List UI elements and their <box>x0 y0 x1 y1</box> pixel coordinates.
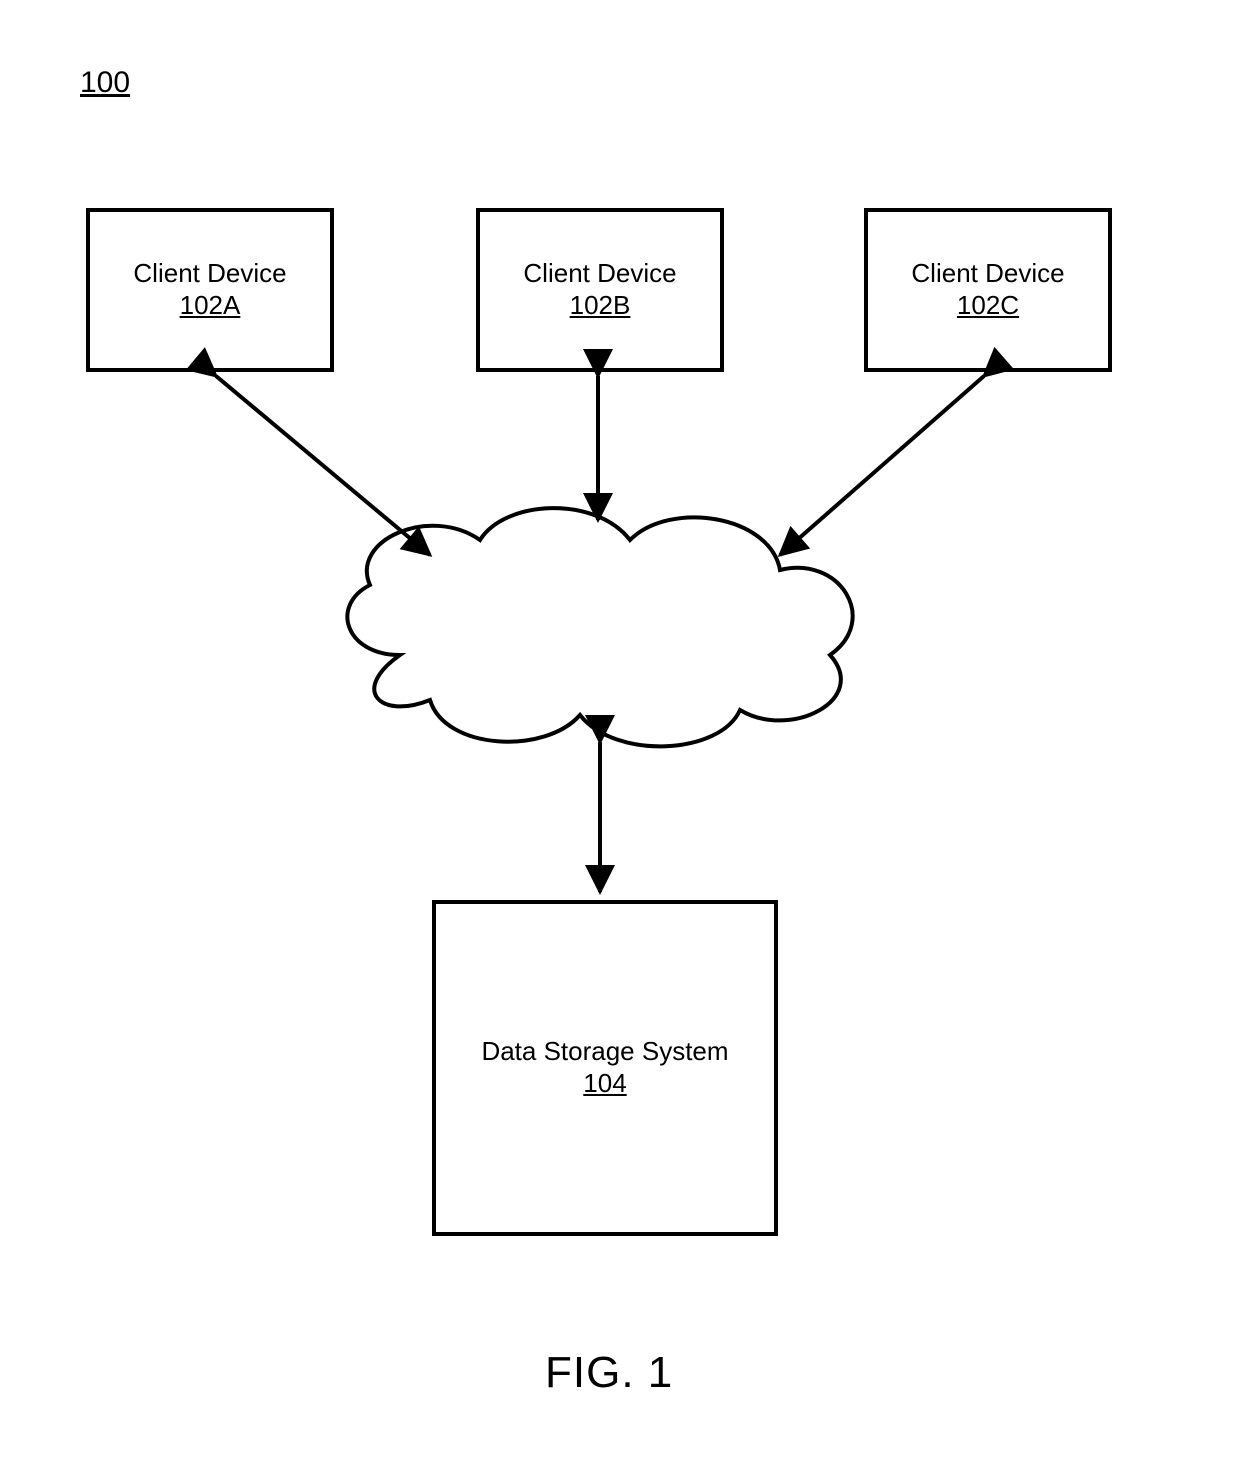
client-device-c: Client Device 102C <box>864 208 1112 372</box>
client-device-a-label: Client Device <box>133 259 286 289</box>
network-label: Network <box>500 605 700 636</box>
figure-caption: FIG. 1 <box>545 1348 673 1398</box>
figure-reference-number: 100 <box>80 66 130 100</box>
data-storage-system-ref: 104 <box>583 1068 626 1099</box>
client-device-c-label: Client Device <box>911 259 1064 289</box>
network-cloud: Network 106 <box>500 605 700 669</box>
client-device-a-ref: 102A <box>180 290 241 321</box>
client-device-b-ref: 102B <box>570 290 631 321</box>
client-device-a: Client Device 102A <box>86 208 334 372</box>
client-device-b: Client Device 102B <box>476 208 724 372</box>
data-storage-system: Data Storage System 104 <box>432 900 778 1236</box>
diagram-canvas: 100 Client Device 102A Client Device 102… <box>0 0 1240 1460</box>
connector-clientC-network <box>780 376 984 555</box>
client-device-b-label: Client Device <box>523 259 676 289</box>
network-ref: 106 <box>500 638 700 669</box>
data-storage-system-label: Data Storage System <box>481 1037 728 1067</box>
client-device-c-ref: 102C <box>957 290 1019 321</box>
connector-clientA-network <box>216 376 430 555</box>
